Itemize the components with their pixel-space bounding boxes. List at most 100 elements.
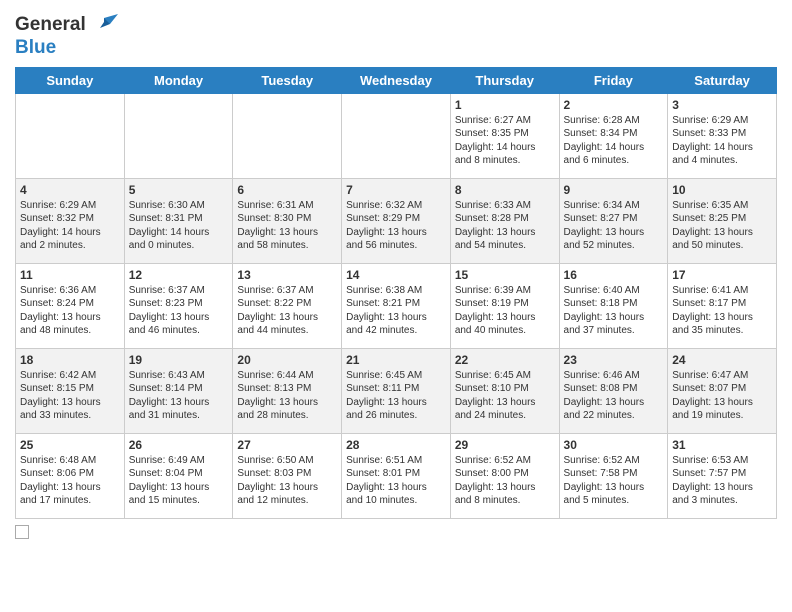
day-number: 26 xyxy=(129,438,229,452)
calendar-cell: 15 Sunrise: 6:39 AM Sunset: 8:19 PM Dayli… xyxy=(450,263,559,348)
calendar-cell: 25Sunrise: 6:48 AM Sunset: 8:06 PM Dayli… xyxy=(16,433,125,518)
calendar-cell: 29 Sunrise: 6:52 AM Sunset: 8:00 PM Dayli… xyxy=(450,433,559,518)
day-info: Sunrise: 6:36 AM Sunset: 8:24 PM Dayligh… xyxy=(20,284,120,338)
day-info: Sunrise: 6:37 AM Sunset: 8:22 PM Dayligh… xyxy=(237,284,337,338)
day-number: 17 xyxy=(672,268,772,282)
day-info: Sunrise: 6:34 AM Sunset: 8:27 PM Dayligh… xyxy=(564,199,664,253)
calendar-cell xyxy=(342,93,451,178)
footer xyxy=(15,525,777,539)
calendar-cell xyxy=(233,93,342,178)
day-number: 23 xyxy=(564,353,664,367)
day-info: Sunrise: 6:43 AM Sunset: 8:14 PM Dayligh… xyxy=(129,369,229,423)
day-number: 30 xyxy=(564,438,664,452)
day-number: 13 xyxy=(237,268,337,282)
day-info: Sunrise: 6:30 AM Sunset: 8:31 PM Dayligh… xyxy=(129,199,229,253)
calendar-cell: 24 Sunrise: 6:47 AM Sunset: 8:07 PM Dayli… xyxy=(668,348,777,433)
day-number: 8 xyxy=(455,183,555,197)
day-info: Sunrise: 6:41 AM Sunset: 8:17 PM Dayligh… xyxy=(672,284,772,338)
day-number: 31 xyxy=(672,438,772,452)
calendar-cell: 26Sunrise: 6:49 AM Sunset: 8:04 PM Dayli… xyxy=(124,433,233,518)
day-number: 21 xyxy=(346,353,446,367)
day-number: 6 xyxy=(237,183,337,197)
day-info: Sunrise: 6:44 AM Sunset: 8:13 PM Dayligh… xyxy=(237,369,337,423)
day-info: Sunrise: 6:52 AM Sunset: 7:58 PM Dayligh… xyxy=(564,454,664,508)
calendar-cell: 19Sunrise: 6:43 AM Sunset: 8:14 PM Dayli… xyxy=(124,348,233,433)
day-info: Sunrise: 6:46 AM Sunset: 8:08 PM Dayligh… xyxy=(564,369,664,423)
day-info: Sunrise: 6:27 AM Sunset: 8:35 PM Dayligh… xyxy=(455,114,555,168)
calendar-cell: 18 Sunrise: 6:42 AM Sunset: 8:15 PM Dayli… xyxy=(16,348,125,433)
day-number: 24 xyxy=(672,353,772,367)
logo: General Blue xyxy=(15,10,120,59)
day-info: Sunrise: 6:33 AM Sunset: 8:28 PM Dayligh… xyxy=(455,199,555,253)
day-number: 16 xyxy=(564,268,664,282)
day-info: Sunrise: 6:53 AM Sunset: 7:57 PM Dayligh… xyxy=(672,454,772,508)
day-info: Sunrise: 6:45 AM Sunset: 8:11 PM Dayligh… xyxy=(346,369,446,423)
day-info: Sunrise: 6:42 AM Sunset: 8:15 PM Dayligh… xyxy=(20,369,120,423)
day-info: Sunrise: 6:28 AM Sunset: 8:34 PM Dayligh… xyxy=(564,114,664,168)
calendar-cell: 10 Sunrise: 6:35 AM Sunset: 8:25 PM Dayli… xyxy=(668,178,777,263)
calendar-cell: 13 Sunrise: 6:37 AM Sunset: 8:22 PM Dayli… xyxy=(233,263,342,348)
week-row-2: 4Sunrise: 6:29 AM Sunset: 8:32 PM Daylig… xyxy=(16,178,777,263)
day-info: Sunrise: 6:38 AM Sunset: 8:21 PM Dayligh… xyxy=(346,284,446,338)
day-info: Sunrise: 6:50 AM Sunset: 8:03 PM Dayligh… xyxy=(237,454,337,508)
day-number: 12 xyxy=(129,268,229,282)
day-info: Sunrise: 6:37 AM Sunset: 8:23 PM Dayligh… xyxy=(129,284,229,338)
week-row-3: 11 Sunrise: 6:36 AM Sunset: 8:24 PM Dayli… xyxy=(16,263,777,348)
calendar-body: 1 Sunrise: 6:27 AM Sunset: 8:35 PM Daylig… xyxy=(16,93,777,518)
day-info: Sunrise: 6:45 AM Sunset: 8:10 PM Dayligh… xyxy=(455,369,555,423)
day-info: Sunrise: 6:39 AM Sunset: 8:19 PM Dayligh… xyxy=(455,284,555,338)
header-cell-sunday: Sunday xyxy=(16,67,125,93)
calendar-cell: 17 Sunrise: 6:41 AM Sunset: 8:17 PM Dayli… xyxy=(668,263,777,348)
calendar-cell: 23 Sunrise: 6:46 AM Sunset: 8:08 PM Dayli… xyxy=(559,348,668,433)
calendar-cell: 7 Sunrise: 6:32 AM Sunset: 8:29 PM Daylig… xyxy=(342,178,451,263)
header: General Blue xyxy=(15,10,777,59)
calendar-cell: 16 Sunrise: 6:40 AM Sunset: 8:18 PM Dayli… xyxy=(559,263,668,348)
calendar-cell: 12 Sunrise: 6:37 AM Sunset: 8:23 PM Dayli… xyxy=(124,263,233,348)
day-number: 1 xyxy=(455,98,555,112)
calendar-table: SundayMondayTuesdayWednesdayThursdayFrid… xyxy=(15,67,777,519)
calendar-cell: 14 Sunrise: 6:38 AM Sunset: 8:21 PM Dayli… xyxy=(342,263,451,348)
calendar-cell: 28Sunrise: 6:51 AM Sunset: 8:01 PM Dayli… xyxy=(342,433,451,518)
header-cell-saturday: Saturday xyxy=(668,67,777,93)
day-number: 9 xyxy=(564,183,664,197)
page: General Blue SundayMondayTuesdayWednesda… xyxy=(0,0,792,612)
header-row: SundayMondayTuesdayWednesdayThursdayFrid… xyxy=(16,67,777,93)
day-number: 14 xyxy=(346,268,446,282)
day-number: 18 xyxy=(20,353,120,367)
calendar-cell: 4Sunrise: 6:29 AM Sunset: 8:32 PM Daylig… xyxy=(16,178,125,263)
calendar-header: SundayMondayTuesdayWednesdayThursdayFrid… xyxy=(16,67,777,93)
logo-blue: Blue xyxy=(15,38,120,59)
day-number: 27 xyxy=(237,438,337,452)
calendar-cell: 20Sunrise: 6:44 AM Sunset: 8:13 PM Dayli… xyxy=(233,348,342,433)
calendar-cell: 9 Sunrise: 6:34 AM Sunset: 8:27 PM Daylig… xyxy=(559,178,668,263)
calendar-cell xyxy=(16,93,125,178)
calendar-cell: 27 Sunrise: 6:50 AM Sunset: 8:03 PM Dayli… xyxy=(233,433,342,518)
day-info: Sunrise: 6:52 AM Sunset: 8:00 PM Dayligh… xyxy=(455,454,555,508)
day-info: Sunrise: 6:40 AM Sunset: 8:18 PM Dayligh… xyxy=(564,284,664,338)
header-cell-monday: Monday xyxy=(124,67,233,93)
logo-bird-icon xyxy=(90,10,120,40)
day-number: 3 xyxy=(672,98,772,112)
day-number: 4 xyxy=(20,183,120,197)
day-number: 10 xyxy=(672,183,772,197)
day-number: 15 xyxy=(455,268,555,282)
week-row-5: 25Sunrise: 6:48 AM Sunset: 8:06 PM Dayli… xyxy=(16,433,777,518)
calendar-cell: 2 Sunrise: 6:28 AM Sunset: 8:34 PM Daylig… xyxy=(559,93,668,178)
calendar-cell: 21 Sunrise: 6:45 AM Sunset: 8:11 PM Dayli… xyxy=(342,348,451,433)
calendar-cell: 31 Sunrise: 6:53 AM Sunset: 7:57 PM Dayli… xyxy=(668,433,777,518)
day-number: 11 xyxy=(20,268,120,282)
day-info: Sunrise: 6:47 AM Sunset: 8:07 PM Dayligh… xyxy=(672,369,772,423)
day-info: Sunrise: 6:51 AM Sunset: 8:01 PM Dayligh… xyxy=(346,454,446,508)
logo-general: General xyxy=(15,15,86,36)
day-info: Sunrise: 6:35 AM Sunset: 8:25 PM Dayligh… xyxy=(672,199,772,253)
calendar-cell: 3 Sunrise: 6:29 AM Sunset: 8:33 PM Daylig… xyxy=(668,93,777,178)
day-number: 7 xyxy=(346,183,446,197)
calendar-cell xyxy=(124,93,233,178)
day-number: 29 xyxy=(455,438,555,452)
calendar-cell: 8 Sunrise: 6:33 AM Sunset: 8:28 PM Daylig… xyxy=(450,178,559,263)
header-cell-thursday: Thursday xyxy=(450,67,559,93)
day-info: Sunrise: 6:29 AM Sunset: 8:33 PM Dayligh… xyxy=(672,114,772,168)
calendar-cell: 30 Sunrise: 6:52 AM Sunset: 7:58 PM Dayli… xyxy=(559,433,668,518)
day-info: Sunrise: 6:32 AM Sunset: 8:29 PM Dayligh… xyxy=(346,199,446,253)
day-number: 2 xyxy=(564,98,664,112)
